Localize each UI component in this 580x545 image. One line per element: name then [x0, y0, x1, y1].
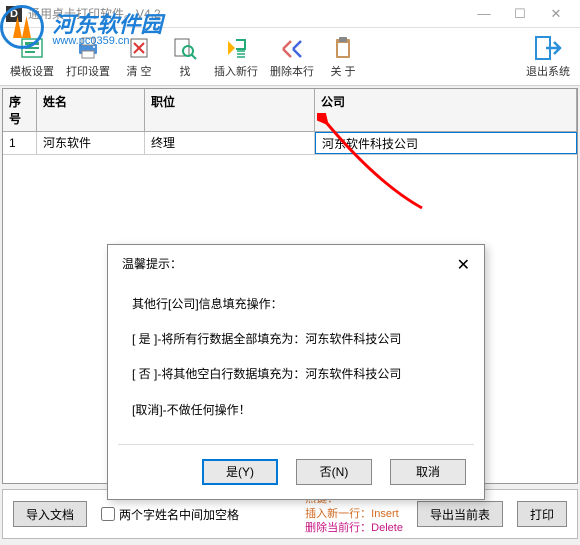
print-setup-button[interactable]: 打印设置 [60, 30, 116, 83]
space-names-checkbox[interactable]: 两个字姓名中间加空格 [101, 506, 239, 523]
insert-row-button[interactable]: 插入新行 [208, 30, 264, 83]
dialog-close-button[interactable]: ✕ [457, 255, 470, 275]
space-names-label: 两个字姓名中间加空格 [119, 506, 239, 523]
clear-button[interactable]: 清 空 [116, 30, 162, 83]
window-title: 通用桌卡打印软件。V4.2 [28, 5, 466, 22]
col-header-pos[interactable]: 职位 [145, 89, 315, 131]
import-button[interactable]: 导入文档 [13, 501, 87, 527]
template-icon [18, 34, 46, 62]
space-names-input[interactable] [101, 507, 115, 521]
minimize-button[interactable]: — [466, 2, 502, 26]
toolbar: 模板设置 打印设置 清 空 找 插入新行 删除本行 关 于 退出系统 [0, 28, 580, 86]
insert-row-icon [222, 34, 250, 62]
about-button[interactable]: 关 于 [320, 30, 366, 83]
hotkey-delete: 删除当前行：Delete [305, 521, 403, 536]
dialog-line2: [ 是 ]-将所有行数据全部填充为：河东软件科技公司 [132, 324, 460, 355]
dialog-no-button[interactable]: 否(N) [296, 459, 372, 485]
exit-button[interactable]: 退出系统 [520, 30, 576, 83]
exit-label: 退出系统 [526, 63, 570, 79]
cell-num[interactable]: 1 [3, 132, 37, 154]
template-label: 模板设置 [10, 63, 54, 79]
data-grid[interactable]: 序号 姓名 职位 公司 1 河东软件 终理 河东软件科技公司 温馨提示： ✕ 其… [2, 88, 578, 484]
printer-icon [74, 34, 102, 62]
cell-comp-editing[interactable]: 河东软件科技公司 [315, 132, 577, 154]
exit-icon [534, 34, 562, 62]
dialog-buttons: 是(Y) 否(N) 取消 [108, 449, 484, 499]
template-settings-button[interactable]: 模板设置 [4, 30, 60, 83]
maximize-button[interactable]: ☐ [502, 2, 538, 26]
insert-row-label: 插入新行 [214, 63, 258, 79]
close-button[interactable]: ✕ [538, 2, 574, 26]
clear-icon [125, 34, 153, 62]
delete-row-icon [278, 34, 306, 62]
find-button[interactable]: 找 [162, 30, 208, 83]
delete-row-button[interactable]: 删除本行 [264, 30, 320, 83]
print-setup-label: 打印设置 [66, 63, 110, 79]
grid-header: 序号 姓名 职位 公司 [3, 89, 577, 132]
find-label: 找 [180, 63, 191, 79]
clipboard-icon [329, 34, 357, 62]
dialog-line1: 其他行[公司]信息填充操作： [132, 289, 460, 320]
print-button[interactable]: 打印 [517, 501, 567, 527]
col-header-name[interactable]: 姓名 [37, 89, 145, 131]
dialog-line4: [取消]-不做任何操作！ [132, 395, 460, 426]
col-header-comp[interactable]: 公司 [315, 89, 577, 131]
dialog-title: 温馨提示： [122, 255, 457, 275]
app-icon: D [6, 6, 22, 22]
titlebar: D 通用桌卡打印软件。V4.2 — ☐ ✕ [0, 0, 580, 28]
delete-row-label: 删除本行 [270, 63, 314, 79]
clear-label: 清 空 [126, 63, 151, 79]
hotkey-insert: 插入新一行：Insert [305, 507, 403, 522]
dialog-line3: [ 否 ]-将其他空白行数据填充为：河东软件科技公司 [132, 359, 460, 390]
cell-pos[interactable]: 终理 [145, 132, 315, 154]
dialog-cancel-button[interactable]: 取消 [390, 459, 466, 485]
cell-name[interactable]: 河东软件 [37, 132, 145, 154]
search-icon [171, 34, 199, 62]
fill-dialog: 温馨提示： ✕ 其他行[公司]信息填充操作： [ 是 ]-将所有行数据全部填充为… [107, 244, 485, 500]
dialog-body: 其他行[公司]信息填充操作： [ 是 ]-将所有行数据全部填充为：河东软件科技公… [108, 281, 484, 440]
dialog-yes-button[interactable]: 是(Y) [202, 459, 278, 485]
col-header-num[interactable]: 序号 [3, 89, 37, 131]
export-button[interactable]: 导出当前表 [417, 501, 503, 527]
about-label: 关 于 [330, 63, 355, 79]
table-row[interactable]: 1 河东软件 终理 河东软件科技公司 [3, 132, 577, 155]
